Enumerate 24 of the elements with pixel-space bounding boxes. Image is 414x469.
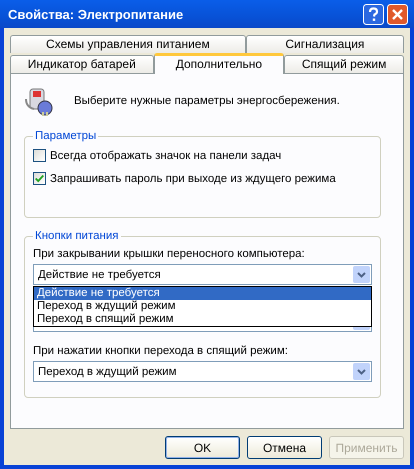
- field-label: При нажатии кнопки перехода в спящий режим:: [33, 344, 289, 359]
- dialog-button[interactable]: OK: [165, 436, 240, 459]
- tab[interactable]: Дополнительно: [154, 53, 284, 74]
- tab[interactable]: Схемы управления питанием: [10, 35, 246, 53]
- close-icon[interactable]: [387, 4, 408, 24]
- dialog-button[interactable]: Отмена: [247, 436, 322, 459]
- checkbox-label[interactable]: Всегда отображать значок на панели задач: [50, 150, 282, 162]
- checkbox-label[interactable]: Запрашивать пароль при выходе из ждущего режима: [50, 172, 336, 184]
- dropdown-option[interactable]: Действие не требуется: [34, 287, 371, 300]
- checkbox[interactable]: [33, 172, 46, 185]
- tab[interactable]: Сигнализация: [246, 35, 404, 53]
- help-icon[interactable]: [363, 4, 384, 24]
- tab[interactable]: Спящий режим: [284, 55, 404, 73]
- field-label: При закрывании крышки переносного компьютера:: [33, 247, 306, 262]
- window-title: Свойства: Электропитание: [8, 6, 184, 22]
- group-title: Параметры: [34, 130, 98, 142]
- checkbox[interactable]: [33, 149, 46, 162]
- dropdown[interactable]: Действие не требуется: [33, 264, 372, 285]
- tab[interactable]: Индикатор батарей: [10, 55, 154, 73]
- group-title: Кнопки питания: [34, 230, 120, 242]
- dropdown-option[interactable]: Переход в спящий режим: [34, 313, 371, 326]
- dropdown[interactable]: Переход в ждущий режим: [33, 361, 372, 382]
- dropdown-option[interactable]: Переход в ждущий режим: [34, 300, 371, 313]
- intro-text: Выберите нужные параметры энергосбережения.: [74, 95, 340, 107]
